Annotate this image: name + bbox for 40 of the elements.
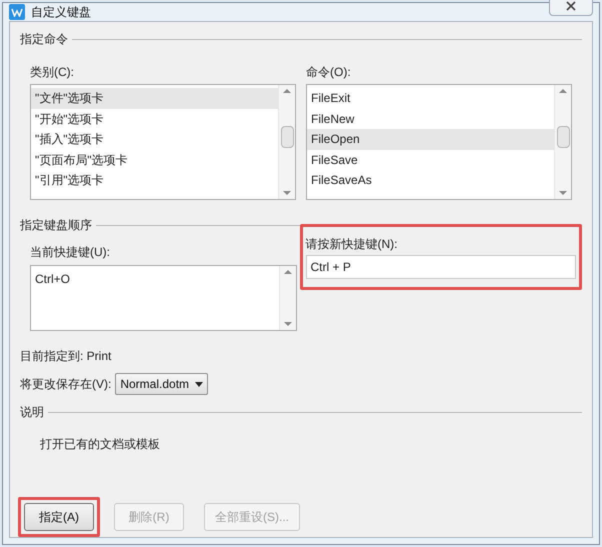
list-item[interactable]: "页面布局"选项卡	[31, 150, 278, 170]
scroll-up-icon[interactable]	[559, 89, 567, 93]
list-item[interactable]: "开始"选项卡	[31, 108, 278, 129]
description-text: 打开已有的文档或模板	[39, 436, 161, 453]
list-item[interactable]: "插入"选项卡	[31, 129, 278, 150]
assigned-to-text: 目前指定到: Print	[20, 348, 112, 365]
field-label: 将更改保存在(V):	[20, 376, 112, 393]
list-item[interactable]: FileSave	[307, 150, 554, 170]
field-label: 命令(O):	[306, 64, 352, 81]
list-item[interactable]: FileExit	[307, 88, 554, 108]
field-label: 类别(C):	[30, 64, 75, 81]
scroll-up-icon[interactable]	[283, 89, 291, 93]
field-label: 请按新快捷键(N):	[306, 236, 399, 253]
list-item[interactable]: Ctrl+O	[31, 269, 279, 289]
template-dropdown[interactable]: Normal.dotm	[115, 373, 208, 395]
scroll-down-icon[interactable]	[559, 191, 567, 195]
scroll-up-icon[interactable]	[284, 270, 292, 274]
close-icon	[566, 1, 576, 11]
window-title: 自定义键盘	[31, 4, 91, 21]
scroll-down-icon[interactable]	[283, 191, 291, 195]
field-label: 当前快捷键(U):	[30, 244, 111, 261]
list-item[interactable]: FileNew	[307, 108, 554, 129]
section-title: 指定键盘顺序	[20, 217, 92, 234]
list-item[interactable]: FileSaveAs	[307, 170, 554, 190]
scrollbar[interactable]	[278, 85, 295, 199]
close-button[interactable]	[549, 0, 593, 16]
scroll-thumb[interactable]	[280, 126, 294, 148]
section-title: 说明	[20, 404, 44, 421]
list-item[interactable]: FileOpen	[307, 129, 554, 150]
app-logo-icon	[9, 4, 25, 20]
list-item[interactable]: "引用"选项卡	[31, 170, 278, 190]
scroll-thumb[interactable]	[556, 126, 570, 148]
dialog-button[interactable]: 指定(A)	[24, 503, 94, 531]
scrollbar[interactable]	[278, 266, 296, 330]
scrollbar[interactable]	[554, 85, 571, 199]
section-title: 指定命令	[20, 31, 68, 48]
dropdown-arrow-icon	[195, 382, 204, 386]
shortcut-input[interactable]: Ctrl + P	[306, 255, 576, 279]
list-item[interactable]: "文件"选项卡	[31, 88, 278, 108]
scroll-down-icon[interactable]	[284, 322, 292, 326]
